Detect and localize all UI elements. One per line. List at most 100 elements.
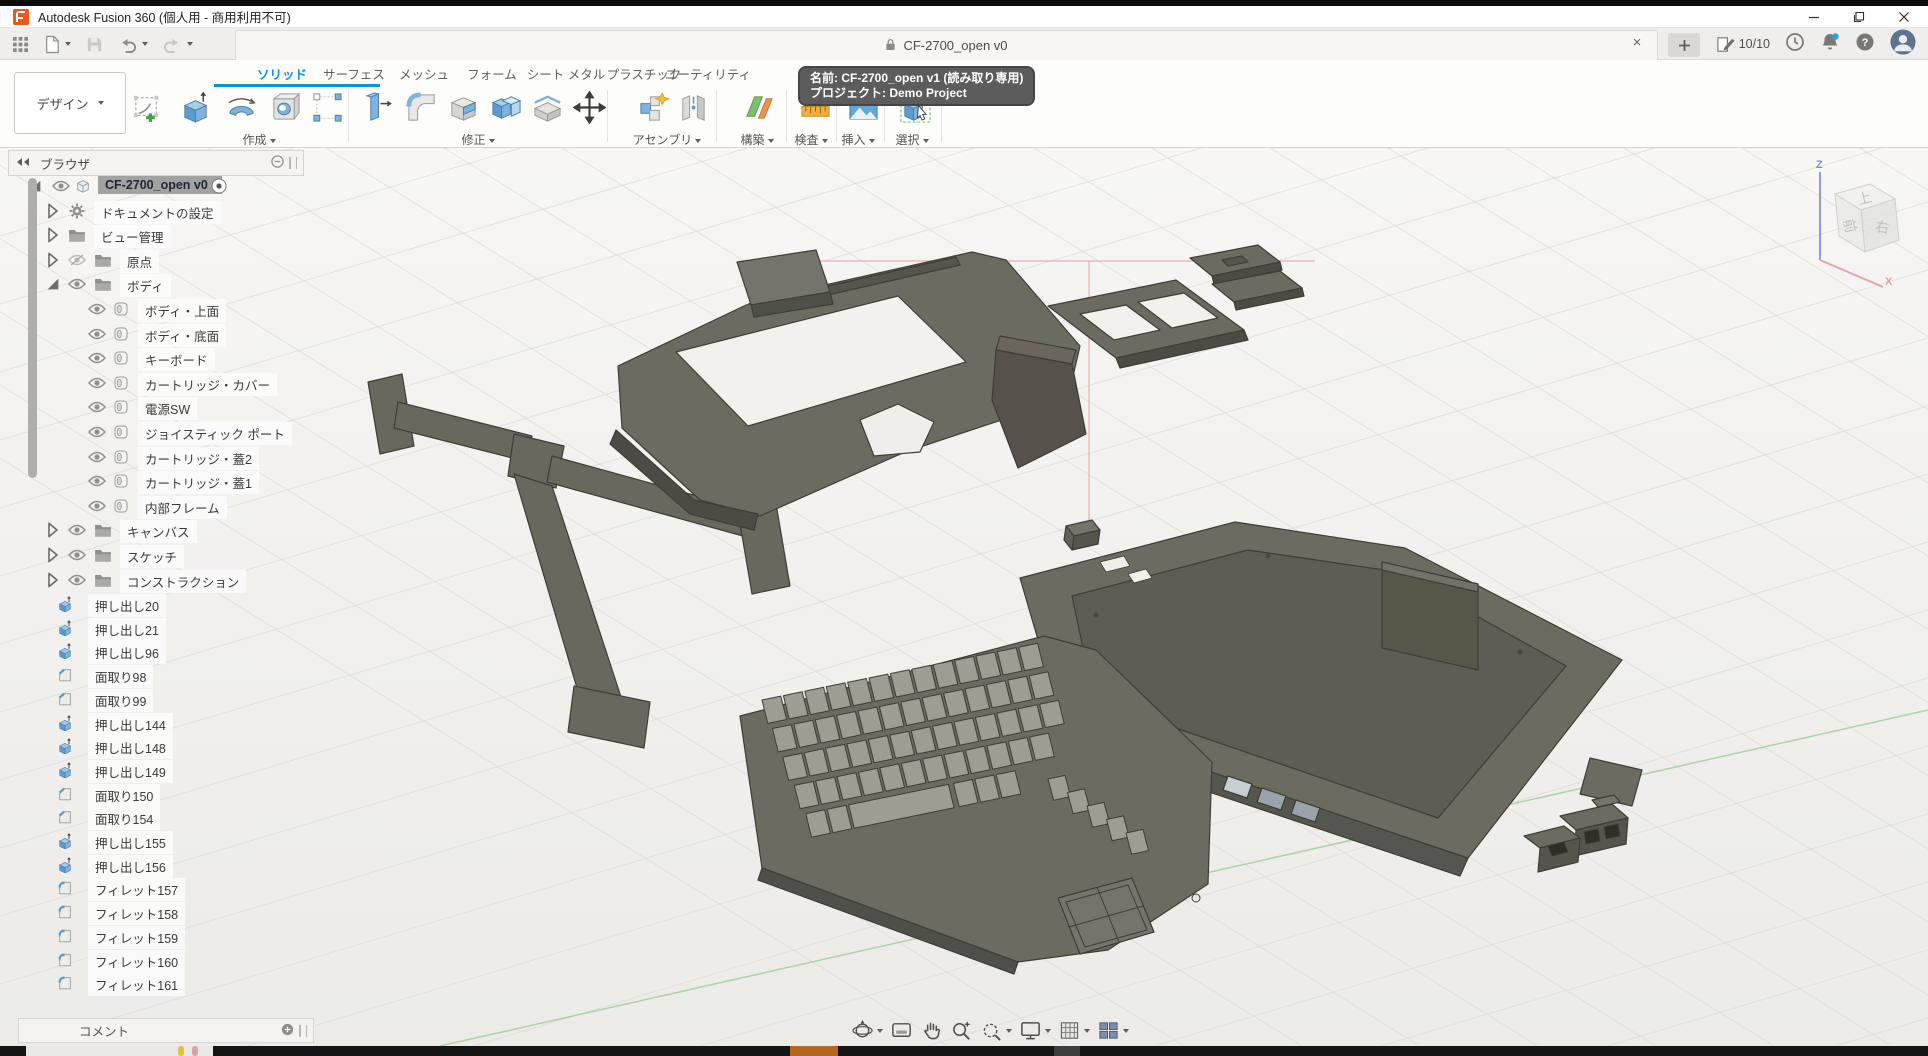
feature-面取り99[interactable]: 面取り99 [8, 689, 328, 711]
visibility-icon[interactable] [88, 350, 106, 366]
visibility-icon[interactable] [88, 473, 106, 489]
feature-押し出し20[interactable]: 押し出し20 [8, 594, 328, 616]
grid-and-snaps-button[interactable] [1058, 1019, 1090, 1042]
tab-7[interactable]: ユーティリティ [665, 64, 751, 84]
model-top-case[interactable] [610, 250, 1086, 530]
look-at-button[interactable] [890, 1019, 913, 1042]
feature-フィレット161[interactable]: フィレット161 [8, 973, 328, 995]
feature-面取り154[interactable]: 面取り154 [8, 807, 328, 829]
expand-arrow-icon[interactable] [44, 547, 62, 563]
job-status-button[interactable]: 10/10 [1716, 35, 1770, 54]
visibility-icon[interactable] [68, 547, 86, 563]
tab-3[interactable]: メッシュ [399, 64, 449, 84]
browser-node-construction[interactable]: コンストラクション [8, 570, 328, 592]
browser-node-body-top[interactable]: ボディ・上面 [8, 299, 328, 321]
press-pull-tool[interactable] [360, 88, 398, 126]
avatar[interactable] [1890, 29, 1916, 60]
feature-面取り150[interactable]: 面取り150 [8, 784, 328, 806]
panel-grip[interactable] [306, 1025, 308, 1037]
minimize-button[interactable] [1791, 6, 1836, 28]
os-taskbar[interactable] [0, 1046, 1928, 1056]
display-settings-button[interactable] [1019, 1019, 1051, 1042]
expand-arrow-icon[interactable] [44, 203, 62, 219]
browser-node-origin[interactable]: 原点 [8, 250, 328, 272]
expand-arrow-icon[interactable] [44, 572, 62, 588]
browser-scrollbar[interactable] [28, 178, 37, 478]
visibility-icon[interactable] [88, 326, 106, 342]
expand-arrow-icon[interactable] [44, 227, 62, 243]
visibility-icon[interactable] [88, 424, 106, 440]
browser-node-cartridge-lid1[interactable]: カートリッジ・蓋1 [8, 471, 328, 493]
feature-面取り98[interactable]: 面取り98 [8, 665, 328, 687]
joint-tool[interactable] [674, 88, 712, 126]
browser-node-root[interactable]: CF-2700_open v0 [8, 176, 328, 198]
browser-node-body-bottom[interactable]: ボディ・底面 [8, 324, 328, 346]
expand-arrow-icon[interactable] [44, 252, 62, 268]
new-component-tool[interactable] [634, 88, 672, 126]
minimize-panel-icon[interactable] [271, 155, 284, 171]
fit-button[interactable] [980, 1019, 1012, 1042]
panel-grip[interactable] [299, 1025, 301, 1037]
browser-node-cartridge-lid2[interactable]: カートリッジ・蓋2 [8, 447, 328, 469]
visibility-icon[interactable] [88, 375, 106, 391]
browser-node-power-sw[interactable]: 電源SW [8, 397, 328, 419]
visibility-icon[interactable] [88, 399, 106, 415]
model-cartridge-lids[interactable] [1190, 245, 1304, 310]
visibility-icon[interactable] [68, 572, 86, 588]
panel-grip[interactable] [289, 157, 291, 169]
feature-押し出し149[interactable]: 押し出し149 [8, 760, 328, 782]
tab-5[interactable]: シート メタル [527, 64, 605, 84]
clock-icon[interactable] [1785, 32, 1805, 57]
move-tool[interactable] [570, 88, 608, 126]
zoom-button[interactable] [950, 1019, 973, 1042]
browser-node-joystick-port[interactable]: ジョイスティック ポート [8, 422, 328, 444]
visibility-icon[interactable] [88, 301, 106, 317]
expand-arrow-icon[interactable] [44, 522, 62, 538]
visibility-icon[interactable] [88, 449, 106, 465]
feature-フィレット160[interactable]: フィレット160 [8, 950, 328, 972]
view-cube[interactable]: Z X 上 前 右 [1773, 156, 1925, 288]
browser-node-inner-frame[interactable]: 内部フレーム [8, 496, 328, 518]
browser-node-doc-settings[interactable]: ドキュメントの設定 [8, 201, 328, 223]
taskbar-window-preview[interactable] [26, 1046, 213, 1056]
comments-bar[interactable]: コメント [18, 1018, 314, 1043]
taskbar-active-app[interactable] [790, 1046, 838, 1056]
close-tab-icon[interactable]: × [1627, 34, 1647, 51]
help-icon[interactable]: ? [1855, 32, 1875, 57]
viewports-button[interactable] [1097, 1019, 1129, 1042]
browser-panel-header[interactable]: ブラウザ [8, 150, 304, 176]
fillet-tool[interactable] [402, 88, 440, 126]
browser-node-canvases[interactable]: キャンバス [8, 520, 328, 542]
feature-フィレット159[interactable]: フィレット159 [8, 926, 328, 948]
bell-icon[interactable] [1820, 32, 1840, 57]
document-tab[interactable]: CF-2700_open v0 × [235, 30, 1658, 60]
group-label[interactable]: アセンブリ [619, 131, 715, 148]
taskbar-item[interactable] [1054, 1046, 1080, 1056]
combine-tool[interactable] [486, 88, 524, 126]
close-button[interactable] [1881, 6, 1926, 28]
feature-フィレット157[interactable]: フィレット157 [8, 878, 328, 900]
offset-face-tool[interactable] [528, 88, 566, 126]
group-label[interactable]: 選択 [864, 131, 960, 148]
visibility-icon[interactable] [88, 498, 106, 514]
model-power-switch[interactable] [1064, 520, 1100, 550]
model-connectors[interactable] [1524, 795, 1628, 872]
visibility-icon[interactable] [68, 522, 86, 538]
browser-node-view-mgmt[interactable]: ビュー管理 [8, 225, 328, 247]
visibility-off-icon[interactable] [68, 252, 86, 268]
pan-button[interactable] [920, 1019, 943, 1042]
new-tab-button[interactable] [1668, 33, 1700, 57]
panel-grip[interactable] [296, 157, 298, 169]
feature-押し出し21[interactable]: 押し出し21 [8, 618, 328, 640]
browser-node-cartridge-cover[interactable]: カートリッジ・カバー [8, 373, 328, 395]
collapse-panel-icon[interactable] [16, 156, 30, 170]
visibility-icon[interactable] [52, 178, 70, 194]
orbit-button[interactable] [851, 1019, 883, 1042]
feature-フィレット158[interactable]: フィレット158 [8, 902, 328, 924]
browser-node-bodies[interactable]: ボディ [8, 274, 328, 296]
activate-component-radio[interactable] [210, 178, 228, 194]
feature-押し出し96[interactable]: 押し出し96 [8, 641, 328, 663]
feature-押し出し156[interactable]: 押し出し156 [8, 855, 328, 877]
add-comment-icon[interactable] [281, 1023, 294, 1039]
feature-押し出し144[interactable]: 押し出し144 [8, 713, 328, 735]
